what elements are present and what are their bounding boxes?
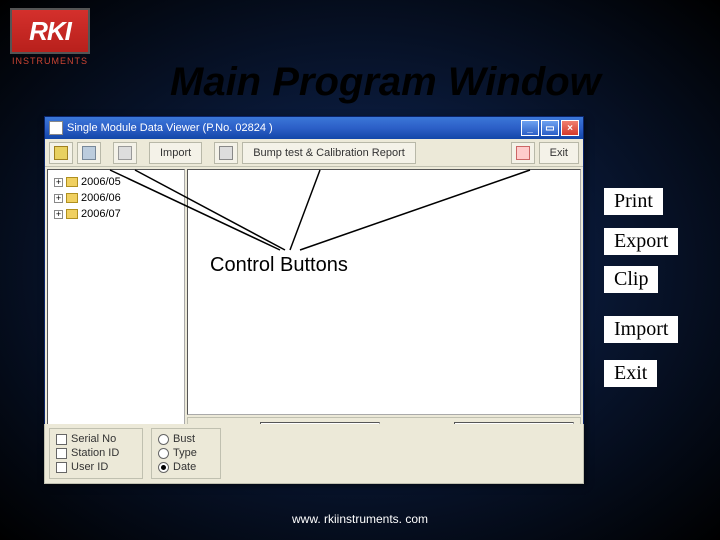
tree-item[interactable]: + 2006/06 bbox=[50, 190, 182, 206]
folder-icon bbox=[66, 193, 78, 203]
app-icon bbox=[49, 121, 63, 135]
sort-bust-label: Bust bbox=[173, 433, 195, 445]
sort-bust-radio[interactable]: Bust bbox=[158, 433, 214, 445]
save-button[interactable] bbox=[77, 142, 101, 164]
sort-group: Bust Type Date bbox=[151, 428, 221, 479]
main-data-view bbox=[187, 169, 581, 415]
control-buttons-label: Control Buttons bbox=[200, 250, 358, 283]
filter-station-checkbox[interactable]: Station ID bbox=[56, 447, 136, 459]
checkbox-icon bbox=[56, 462, 67, 473]
annotation-import: Import bbox=[604, 316, 678, 343]
sort-date-label: Date bbox=[173, 461, 196, 473]
slide-title: Main Program Window bbox=[170, 60, 650, 105]
maximize-button[interactable]: ▭ bbox=[541, 120, 559, 136]
filter-user-checkbox[interactable]: User ID bbox=[56, 461, 136, 473]
logo-subtext: INSTRUMENTS bbox=[10, 56, 90, 66]
radio-icon bbox=[158, 448, 169, 459]
folder-icon bbox=[66, 209, 78, 219]
toolbar: Import Bump test & Calibration Report Ex… bbox=[45, 139, 583, 167]
folder-icon bbox=[66, 177, 78, 187]
sort-type-radio[interactable]: Type bbox=[158, 447, 214, 459]
report-label: Bump test & Calibration Report bbox=[253, 147, 405, 159]
import-button[interactable]: Import bbox=[149, 142, 202, 164]
annotation-clip: Clip bbox=[604, 266, 658, 293]
sort-type-label: Type bbox=[173, 447, 197, 459]
exit-icon bbox=[516, 146, 530, 160]
checkbox-icon bbox=[56, 434, 67, 445]
radio-icon bbox=[158, 462, 169, 473]
annotation-print: Print bbox=[604, 188, 663, 215]
folder-open-icon bbox=[54, 146, 68, 160]
tree-expand-icon[interactable]: + bbox=[54, 194, 63, 203]
open-button[interactable] bbox=[49, 142, 73, 164]
filter-station-label: Station ID bbox=[71, 447, 119, 459]
filter-sort-bar: Serial No Station ID User ID Bust Type bbox=[44, 424, 584, 484]
report-button[interactable]: Bump test & Calibration Report bbox=[242, 142, 416, 164]
filter-serial-checkbox[interactable]: Serial No bbox=[56, 433, 136, 445]
import-label: Import bbox=[160, 147, 191, 159]
annotation-export: Export bbox=[604, 228, 678, 255]
exit-label: Exit bbox=[550, 147, 568, 159]
logo-text: RKI bbox=[10, 8, 90, 54]
tree-expand-icon[interactable]: + bbox=[54, 210, 63, 219]
tree-expand-icon[interactable]: + bbox=[54, 178, 63, 187]
clipboard-icon bbox=[118, 146, 132, 160]
exit-icon-button[interactable] bbox=[511, 142, 535, 164]
clip-button[interactable] bbox=[113, 142, 137, 164]
footer-url: www. rkiinstruments. com bbox=[0, 512, 720, 526]
filter-serial-label: Serial No bbox=[71, 433, 116, 445]
close-button[interactable]: × bbox=[561, 120, 579, 136]
annotation-exit: Exit bbox=[604, 360, 657, 387]
save-icon bbox=[82, 146, 96, 160]
filter-group: Serial No Station ID User ID bbox=[49, 428, 143, 479]
exit-button[interactable]: Exit bbox=[539, 142, 579, 164]
titlebar: Single Module Data Viewer (P.No. 02824 )… bbox=[45, 117, 583, 139]
window-title: Single Module Data Viewer (P.No. 02824 ) bbox=[67, 122, 273, 134]
tree-item[interactable]: + 2006/07 bbox=[50, 206, 182, 222]
checkbox-icon bbox=[56, 448, 67, 459]
filter-user-label: User ID bbox=[71, 461, 108, 473]
logo: RKI INSTRUMENTS bbox=[10, 8, 90, 66]
tree-item-label: 2006/07 bbox=[81, 208, 121, 220]
tree-item[interactable]: + 2006/05 bbox=[50, 174, 182, 190]
print-button[interactable] bbox=[214, 142, 238, 164]
radio-icon bbox=[158, 434, 169, 445]
tree-item-label: 2006/06 bbox=[81, 192, 121, 204]
tree-item-label: 2006/05 bbox=[81, 176, 121, 188]
sort-date-radio[interactable]: Date bbox=[158, 461, 214, 473]
minimize-button[interactable]: _ bbox=[521, 120, 539, 136]
printer-icon bbox=[219, 146, 233, 160]
